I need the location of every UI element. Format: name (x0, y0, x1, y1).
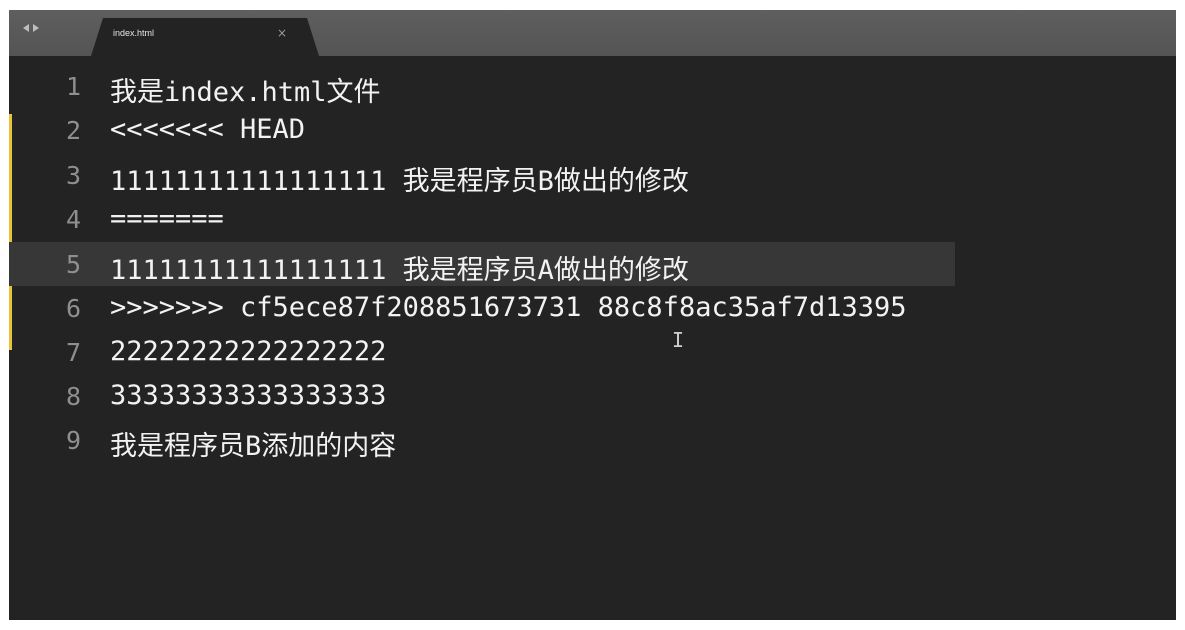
editor-window: index.html × 1 我是index.html文件 2 <<<<<<< … (9, 10, 1176, 620)
tab-index-html[interactable]: index.html × (91, 18, 319, 56)
line-text: 我是程序员B添加的内容 (110, 431, 397, 462)
tab-bar: index.html × (9, 10, 1176, 56)
line-number: 9 (65, 426, 81, 455)
arrow-right-icon[interactable] (33, 24, 39, 32)
close-icon[interactable]: × (277, 26, 287, 40)
text-cursor-icon: I (672, 328, 685, 352)
code-line: 6 >>>>>>> cf5ece87f208851673731 88c8f8ac… (9, 286, 1176, 330)
line-text: >>>>>>> cf5ece87f208851673731 88c8f8ac35… (110, 292, 907, 323)
line-text: 11111111111111111 我是程序员B做出的修改 (110, 166, 689, 197)
line-number: 1 (65, 72, 81, 101)
line-text: 11111111111111111 我是程序员A做出的修改 (110, 255, 689, 286)
code-line: 1 我是index.html文件 (9, 64, 1176, 108)
code-line: 3 11111111111111111 我是程序员B做出的修改 (9, 153, 1176, 197)
arrow-left-icon[interactable] (23, 24, 29, 32)
line-text: <<<<<<< HEAD (110, 114, 306, 145)
line-number: 4 (65, 205, 81, 234)
line-text: 我是index.html文件 (110, 77, 381, 108)
line-number: 2 (65, 116, 81, 145)
line-text: ======= (110, 203, 224, 234)
line-text: 22222222222222222 (110, 336, 387, 367)
code-line: 2 <<<<<<< HEAD (9, 108, 1176, 152)
code-line: 9 我是程序员B添加的内容 (9, 418, 1176, 462)
line-number: 8 (65, 382, 81, 411)
tab-navigation[interactable] (23, 24, 39, 38)
tab-label: index.html (113, 28, 155, 38)
line-text: 33333333333333333 (110, 380, 387, 411)
line-number: 6 (65, 294, 81, 323)
line-number: 3 (65, 161, 81, 190)
code-line: 4 ======= (9, 197, 1176, 241)
line-number: 7 (65, 338, 81, 367)
code-line: 8 33333333333333333 (9, 374, 1176, 418)
code-line: 7 22222222222222222 (9, 330, 1176, 374)
code-line-highlighted: 5 11111111111111111 我是程序员A做出的修改 (9, 242, 1176, 286)
code-editor[interactable]: 1 我是index.html文件 2 <<<<<<< HEAD 3 111111… (9, 56, 1176, 620)
line-number: 5 (65, 250, 81, 279)
